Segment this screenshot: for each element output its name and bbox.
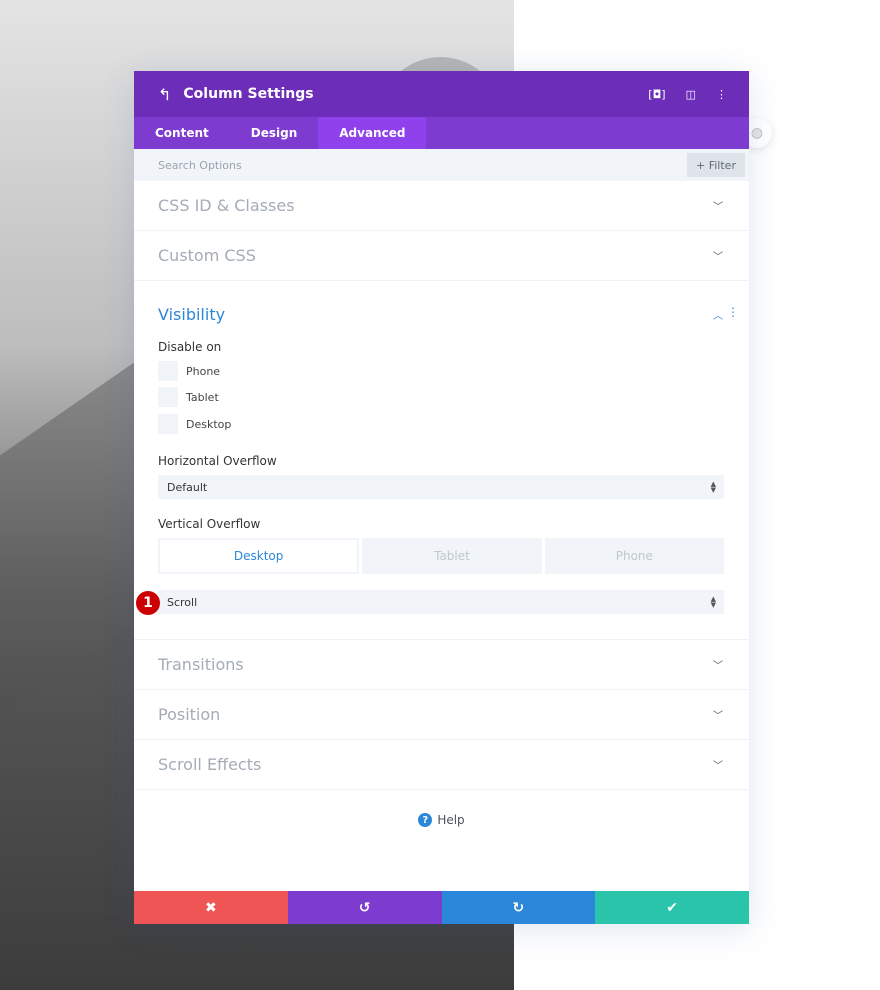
redo-button[interactable]: ↻ <box>441 891 596 924</box>
section-transitions[interactable]: Transitions ﹀ <box>134 640 749 690</box>
modal-footer: ✖ ↺ ↻ ✔ <box>134 891 749 924</box>
undo-button[interactable]: ↺ <box>287 891 442 924</box>
fullscreen-icon[interactable]: [◘] <box>648 88 665 101</box>
checkbox-phone[interactable]: Phone <box>158 361 220 381</box>
help-icon: ? <box>418 813 433 827</box>
section-options-icon[interactable]: ⋮ <box>727 305 739 319</box>
section-visibility: Visibility ︿ ⋮ Disable on Phone Tablet D… <box>134 281 749 640</box>
redo-icon: ↻ <box>512 899 525 916</box>
disable-on-label: Disable on <box>158 340 222 354</box>
section-title: Position <box>158 705 221 724</box>
chevron-down-icon: ﹀ <box>713 661 723 672</box>
check-icon: ✔ <box>666 899 678 916</box>
checkbox-tablet[interactable]: Tablet <box>158 387 219 407</box>
tab-bar: Content Design Advanced <box>134 117 749 149</box>
help-link[interactable]: ? Help <box>134 813 749 827</box>
device-tab-tablet[interactable]: Tablet <box>362 538 542 574</box>
step-badge: 1 <box>136 591 160 615</box>
save-button[interactable]: ✔ <box>595 891 749 924</box>
undo-icon: ↺ <box>358 899 371 916</box>
select-arrows-icon: ▲ ▼ <box>710 480 716 494</box>
horizontal-overflow-label: Horizontal Overflow <box>158 454 277 468</box>
section-title: Scroll Effects <box>158 755 262 774</box>
search-input[interactable]: Search Options <box>158 159 749 172</box>
horizontal-overflow-select[interactable]: Default ▲ ▼ <box>158 475 724 499</box>
modal-title: Column Settings <box>183 86 314 102</box>
section-scroll-effects[interactable]: Scroll Effects ﹀ <box>134 740 749 790</box>
chevron-down-icon: ﹀ <box>713 711 723 722</box>
chevron-down-icon: ﹀ <box>713 761 723 772</box>
settings-modal: ↰ Column Settings [◘] ◫ ⋮ Content Design… <box>134 71 749 924</box>
chevron-down-icon: ﹀ <box>713 252 723 263</box>
split-view-icon[interactable]: ◫ <box>686 88 696 101</box>
section-title: Transitions <box>158 655 244 674</box>
chevron-down-icon: ﹀ <box>713 202 723 213</box>
tab-advanced[interactable]: Advanced <box>318 117 427 149</box>
section-title[interactable]: Visibility <box>158 305 225 324</box>
tab-design[interactable]: Design <box>230 117 319 149</box>
vertical-overflow-select[interactable]: Scroll ▲ ▼ <box>158 590 724 614</box>
device-tab-phone[interactable]: Phone <box>544 538 725 574</box>
section-position[interactable]: Position ﹀ <box>134 690 749 740</box>
section-title: CSS ID & Classes <box>158 196 295 215</box>
chevron-up-icon[interactable]: ︿ <box>713 307 723 322</box>
filter-button[interactable]: + Filter <box>687 153 745 177</box>
checkbox-desktop[interactable]: Desktop <box>158 414 231 434</box>
device-tabs: Desktop Tablet Phone <box>158 538 725 574</box>
section-custom-css[interactable]: Custom CSS ﹀ <box>134 231 749 281</box>
back-icon[interactable]: ↰ <box>158 85 171 104</box>
close-icon: ✖ <box>205 899 217 916</box>
modal-header: ↰ Column Settings [◘] ◫ ⋮ <box>134 71 749 117</box>
more-options-icon[interactable]: ⋮ <box>716 88 727 101</box>
section-title: Custom CSS <box>158 246 256 265</box>
tab-content[interactable]: Content <box>134 117 230 149</box>
cancel-button[interactable]: ✖ <box>134 891 288 924</box>
vertical-overflow-label: Vertical Overflow <box>158 517 261 531</box>
device-tab-desktop[interactable]: Desktop <box>158 538 360 574</box>
select-arrows-icon: ▲ ▼ <box>710 595 716 609</box>
section-css-id-classes[interactable]: CSS ID & Classes ﹀ <box>134 181 749 231</box>
search-bar[interactable]: Search Options + Filter <box>134 149 749 181</box>
